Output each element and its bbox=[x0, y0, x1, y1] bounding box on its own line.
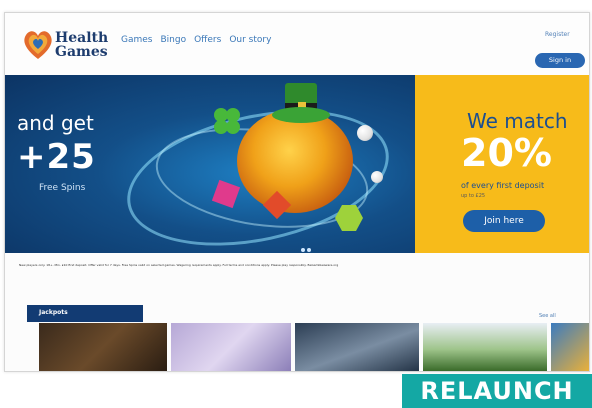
sign-in-button[interactable]: Sign in bbox=[535, 53, 585, 68]
nav-bingo[interactable]: Bingo bbox=[160, 35, 186, 45]
logo-text: Health Games bbox=[55, 31, 108, 59]
browser-screen: Health Games Games Bingo Offers Our stor… bbox=[4, 12, 590, 372]
bingo-ball-icon bbox=[371, 171, 383, 183]
see-all-link[interactable]: See all bbox=[539, 313, 556, 319]
main-nav: Games Bingo Offers Our story bbox=[121, 35, 271, 45]
deposit-line3: of every first deposit bbox=[461, 181, 545, 190]
carousel-dot[interactable] bbox=[301, 248, 305, 252]
bingo-ball-icon bbox=[357, 125, 373, 141]
jackpot-games-row bbox=[27, 323, 589, 371]
register-link[interactable]: Register bbox=[545, 31, 570, 38]
game-thumbnail[interactable] bbox=[171, 323, 291, 371]
deposit-line2: 20% bbox=[461, 131, 552, 175]
game-thumbnail[interactable] bbox=[423, 323, 547, 371]
game-thumbnail[interactable] bbox=[551, 323, 589, 371]
nav-offers[interactable]: Offers bbox=[194, 35, 221, 45]
game-thumbnail[interactable] bbox=[39, 323, 167, 371]
hero-line3: Free Spins bbox=[39, 183, 86, 193]
hero-promo-deposit[interactable]: We match 20% of every first deposit up t… bbox=[415, 75, 589, 253]
clover-icon bbox=[214, 108, 240, 134]
carousel-dots[interactable] bbox=[301, 237, 313, 253]
hero-line2: +25 bbox=[17, 137, 96, 177]
join-here-button[interactable]: Join here bbox=[463, 210, 545, 232]
leprechaun-hat-icon bbox=[272, 83, 330, 123]
nav-games[interactable]: Games bbox=[121, 35, 152, 45]
relaunch-label: RELAUNCH bbox=[402, 374, 592, 408]
heart-logo-icon bbox=[24, 31, 52, 59]
site-header: Health Games Games Bingo Offers Our stor… bbox=[5, 13, 589, 75]
jackpots-title: Jackpots bbox=[39, 309, 68, 316]
hero-promo-spins[interactable]: and get +25 Free Spins bbox=[5, 75, 415, 253]
logo-line1: Health bbox=[55, 30, 109, 46]
deposit-line1: We match bbox=[467, 109, 568, 133]
game-thumbnail[interactable] bbox=[295, 323, 419, 371]
hero-line1: and get bbox=[17, 111, 94, 135]
carousel-dot[interactable] bbox=[307, 248, 311, 252]
logo-line2: Games bbox=[55, 44, 108, 60]
hero-banner[interactable]: and get +25 Free Spins We match 20% of e… bbox=[5, 75, 589, 253]
terms-text: New players only. 18+. Min. £10 first de… bbox=[19, 263, 339, 267]
deposit-line4: up to £25 bbox=[461, 193, 486, 199]
logo[interactable]: Health Games bbox=[21, 27, 121, 67]
nav-our-story[interactable]: Our story bbox=[229, 35, 271, 45]
